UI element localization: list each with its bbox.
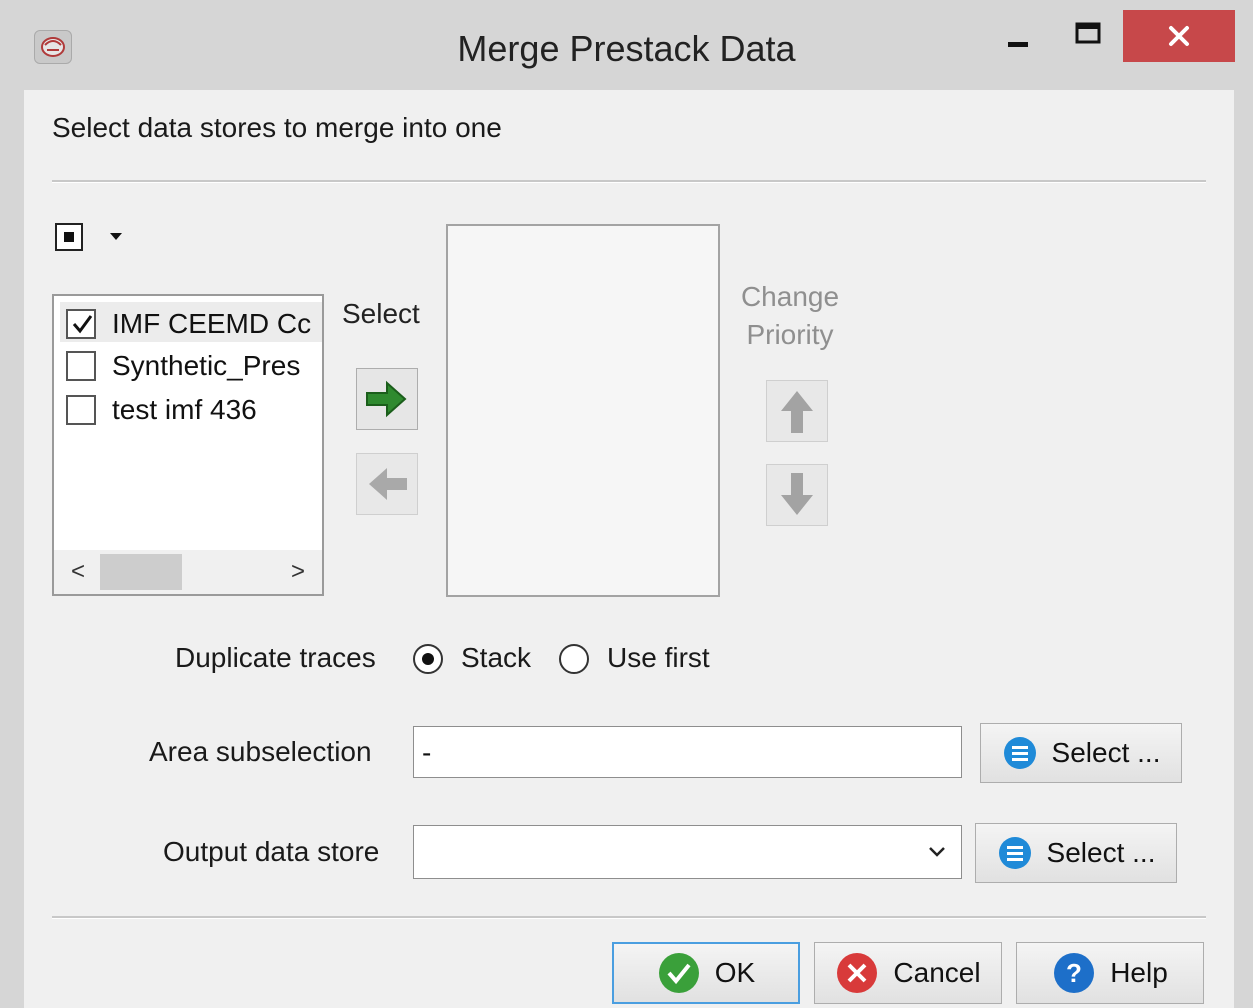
maximize-icon: [1075, 22, 1101, 44]
help-button-label: Help: [1110, 957, 1168, 988]
output-select-button[interactable]: Select ...: [975, 823, 1177, 883]
use-first-radio[interactable]: [559, 644, 589, 674]
chevron-down-icon[interactable]: [927, 844, 947, 860]
help-question-icon: ?: [1054, 953, 1095, 993]
top-separator: [52, 180, 1206, 183]
list-item[interactable]: IMF CEEMD Cc: [60, 302, 322, 342]
stack-radio-label[interactable]: Stack: [461, 642, 531, 674]
minimize-button[interactable]: [995, 10, 1041, 62]
ok-button[interactable]: OK: [612, 942, 800, 1004]
selected-data-list[interactable]: [446, 224, 720, 597]
bottom-separator: [52, 916, 1206, 919]
ok-check-icon: [658, 953, 699, 993]
select-label: Select: [342, 298, 420, 329]
ok-button-label: OK: [714, 957, 756, 988]
area-select-button-label: Select ...: [1051, 737, 1161, 768]
change-priority-label: Change Priority: [714, 278, 866, 354]
output-select-button-label: Select ...: [1046, 837, 1156, 868]
priority-label-line2: Priority: [746, 319, 834, 350]
list-item-label: test imf 436: [112, 394, 257, 425]
item-checkbox[interactable]: [66, 351, 96, 381]
maximize-button[interactable]: [1060, 10, 1116, 62]
cancel-button-label: Cancel: [893, 957, 981, 988]
horizontal-scrollbar[interactable]: < >: [54, 550, 322, 594]
list-item-label: IMF CEEMD Cc: [112, 308, 312, 339]
check-options-dropdown-icon[interactable]: [110, 233, 122, 240]
list-item[interactable]: Synthetic_Pres: [60, 344, 322, 384]
checkmark-icon: [72, 315, 93, 334]
area-subselection-label: Area subselection: [149, 736, 372, 767]
scroll-thumb[interactable]: [100, 554, 182, 590]
close-icon: [1169, 26, 1189, 46]
area-subselection-field[interactable]: -: [413, 726, 962, 778]
minimize-icon: [1008, 42, 1028, 47]
title-bar[interactable]: Merge Prestack Data: [0, 0, 1253, 90]
priority-label-line1: Change: [740, 281, 840, 312]
close-button[interactable]: [1123, 10, 1235, 62]
cancel-button[interactable]: Cancel: [814, 942, 1002, 1004]
area-select-button[interactable]: Select ...: [980, 723, 1182, 783]
add-selected-button[interactable]: [356, 368, 418, 430]
duplicate-traces-label: Duplicate traces: [175, 642, 376, 673]
check-all-toggle[interactable]: [55, 223, 83, 251]
scroll-left-icon[interactable]: <: [64, 558, 92, 586]
right-arrow-icon: [366, 380, 407, 418]
use-first-radio-label[interactable]: Use first: [607, 642, 710, 674]
up-arrow-icon: [781, 391, 813, 433]
dialog-content: Select data stores to merge into one IMF…: [24, 90, 1234, 1008]
help-button[interactable]: ? Help: [1016, 942, 1204, 1004]
output-data-store-dropdown[interactable]: [413, 825, 962, 879]
stack-radio[interactable]: [413, 644, 443, 674]
list-icon: [998, 837, 1031, 869]
available-data-list[interactable]: IMF CEEMD Cc Synthetic_Pres test imf 436…: [52, 294, 324, 596]
move-up-button[interactable]: [766, 380, 828, 442]
scroll-right-icon[interactable]: >: [284, 558, 312, 586]
list-item-label: Synthetic_Pres: [112, 350, 301, 381]
instruction-text: Select data stores to merge into one: [52, 112, 502, 143]
list-icon: [1003, 737, 1036, 769]
down-arrow-icon: [781, 473, 813, 515]
list-item[interactable]: test imf 436: [60, 388, 322, 428]
item-checkbox[interactable]: [66, 395, 96, 425]
output-data-store-label: Output data store: [163, 836, 380, 867]
item-checkbox[interactable]: [66, 309, 96, 339]
dialog-window: Merge Prestack Data Select data stores t…: [0, 0, 1253, 1008]
remove-selected-button[interactable]: [356, 453, 418, 515]
move-down-button[interactable]: [766, 464, 828, 526]
left-arrow-icon: [369, 468, 407, 500]
svg-text:?: ?: [1066, 958, 1082, 988]
cancel-x-icon: [837, 953, 878, 993]
